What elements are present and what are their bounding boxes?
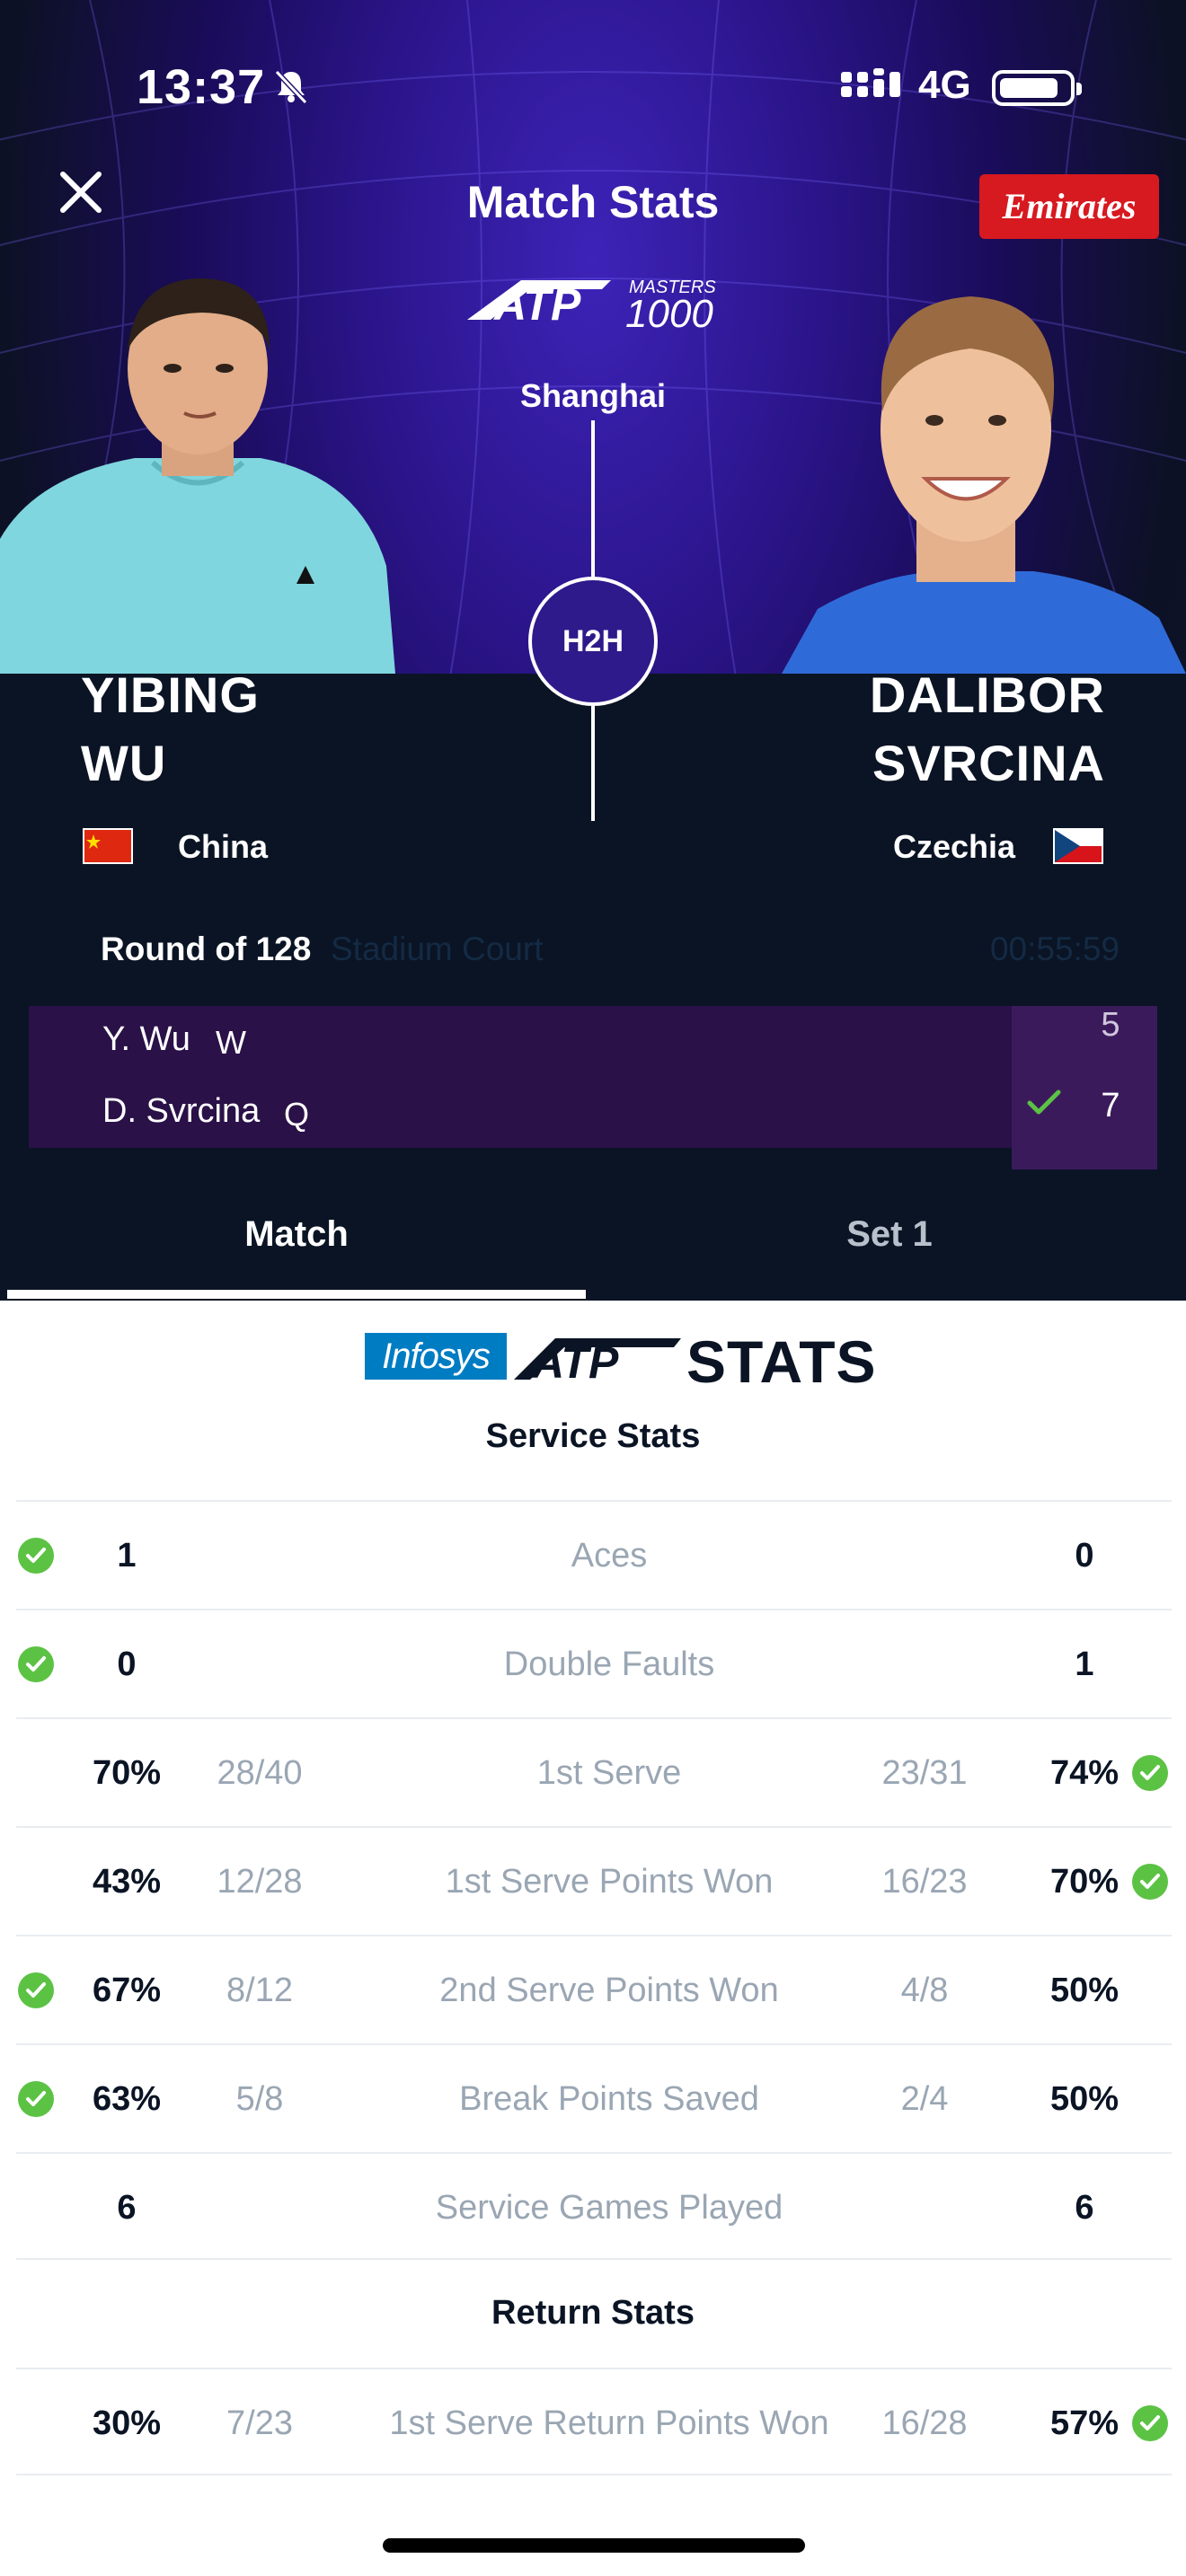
player-2-name[interactable]: DALIBOR SVRCINA [870, 661, 1105, 798]
stat-row: 63% 5/8 Break Points Saved 2/4 50% [16, 2043, 1172, 2151]
tab-match[interactable]: Match [0, 1214, 593, 1255]
player-2-stat-value: 50% [1049, 1972, 1120, 2009]
player-2-stat-value: 74% [1049, 1754, 1120, 1792]
player-1-leader-check-icon [18, 1972, 54, 2008]
player-2-stat-fraction: 23/31 [881, 1754, 968, 1792]
player-1-stat-value: 30% [92, 2404, 162, 2442]
match-court: Stadium Court [331, 931, 544, 967]
player-2-stat-value: 70% [1049, 1863, 1120, 1901]
center-divider-bottom [591, 706, 595, 821]
center-divider-top [591, 420, 595, 577]
stat-row: 30% 7/23 1st Serve Return Points Won 16/28 5… [16, 2368, 1172, 2475]
atp-logo-text: ATP [492, 279, 581, 330]
czechia-flag-icon [1053, 828, 1103, 864]
player-1-stat-value: 63% [92, 2080, 162, 2118]
scoreboard-row-player-1 [29, 1006, 1157, 1078]
home-indicator[interactable] [383, 2538, 805, 2553]
stat-label: 1st Serve Points Won [445, 1863, 774, 1901]
scoreboard-player-2-name: D. Svrcina [102, 1092, 261, 1130]
player-2-stat-fraction [866, 1610, 983, 1718]
player-2-photo [782, 296, 1186, 674]
sponsor-logo[interactable]: Emirates [979, 174, 1159, 239]
player-2-stat-value: 50% [1049, 2080, 1120, 2118]
stat-label: Break Points Saved [459, 2080, 759, 2118]
player-2-stat-value: 1 [1075, 1645, 1094, 1683]
china-flag-icon [83, 828, 133, 864]
player-2-stat-value: 6 [1075, 2189, 1094, 2227]
player-1-leader-check-icon [18, 1538, 54, 1574]
svg-text:1000: 1000 [625, 292, 713, 336]
stats-tabs: Match Set 1 [0, 1187, 1186, 1301]
player-1-stat-value: 6 [117, 2189, 137, 2227]
stat-row: 0 Double Faults 1 [16, 1609, 1172, 1716]
scoreboard-player-1-name: Y. Wu [102, 1020, 190, 1058]
stat-row: 6 Service Games Played 6 [16, 2152, 1172, 2260]
tab-set-1[interactable]: Set 1 [593, 1214, 1186, 1255]
player-2-stat-fraction [866, 1502, 983, 1610]
player-2-stat-value: 57% [1049, 2404, 1120, 2442]
stat-label: 1st Serve [536, 1754, 682, 1792]
stat-row: 1 Aces 0 [16, 1500, 1172, 1608]
stat-label: Double Faults [503, 1645, 715, 1683]
stats-wordmark: STATS [686, 1328, 877, 1395]
silent-bell-icon [274, 69, 308, 105]
stat-row: 43% 12/28 1st Serve Points Won 16/23 70% [16, 1826, 1172, 1934]
scoreboard-player-2-seed: Q [284, 1096, 310, 1133]
player-1-country: China [178, 828, 269, 865]
scoreboard-player-1-seed: W [216, 1024, 246, 1061]
player-2-stat-fraction: 16/28 [881, 2404, 968, 2442]
player-2-stat-fraction [866, 2154, 983, 2262]
battery-icon [992, 70, 1082, 106]
service-stats-title: Service Stats [485, 1417, 701, 1455]
player-2-stat-fraction: 16/23 [881, 1863, 968, 1901]
h2h-button[interactable]: H2H [528, 577, 658, 706]
stat-label: 2nd Serve Points Won [439, 1972, 779, 2009]
player-2-leader-check-icon [1132, 1755, 1168, 1791]
infosys-atp-stats-logo: Infosys ATP STATS [365, 1328, 876, 1395]
stat-label: 1st Serve Return Points Won [389, 2404, 829, 2442]
player-1-stat-value: 0 [117, 1645, 137, 1683]
player-1-leader-check-icon [18, 1646, 54, 1682]
player-2-set-1-score: 7 [1101, 1087, 1120, 1125]
player-1-name[interactable]: YIBING WU [81, 661, 260, 798]
player-2-leader-check-icon [1132, 2405, 1168, 2441]
player-1-leader-check-icon [18, 2081, 54, 2117]
active-tab-indicator [7, 1290, 586, 1299]
stat-label: Service Games Played [435, 2189, 783, 2227]
player-1-stat-value: 1 [117, 1537, 137, 1575]
player-2-country: Czechia [893, 828, 1016, 865]
stat-row: 70% 28/40 1st Serve 23/31 74% [16, 1717, 1172, 1825]
match-round: Round of 128 [101, 931, 312, 967]
player-1-stat-value: 70% [92, 1754, 162, 1792]
svg-text:ATP: ATP [530, 1337, 619, 1385]
return-stats-title: Return Stats [491, 2294, 695, 2332]
player-2-stat-fraction: 4/8 [900, 1972, 949, 2009]
infosys-logo: Infosys [365, 1333, 507, 1380]
atp-masters-1000-logo: ATP MASTERS 1000 [467, 268, 728, 338]
cellular-signal-icon [841, 68, 900, 97]
status-bar: 13:37 4G [0, 56, 1186, 119]
stat-label: Aces [571, 1537, 648, 1575]
match-duration: 00:55:59 [989, 931, 1120, 967]
player-2-stat-value: 0 [1075, 1537, 1094, 1575]
player-1-stat-value: 43% [92, 1863, 162, 1901]
player-1-photo [0, 278, 395, 674]
atp-logo-icon: ATP [514, 1337, 681, 1385]
player-2-leader-check-icon [1132, 1864, 1168, 1900]
clock: 13:37 [137, 60, 266, 114]
winner-check-icon [1027, 1090, 1061, 1115]
player-1-set-1-score: 5 [1101, 1006, 1120, 1044]
stat-row: 67% 8/12 2nd Serve Points Won 4/8 50% [16, 1935, 1172, 2042]
player-1-stat-value: 67% [92, 1972, 162, 2009]
network-type: 4G [918, 63, 971, 107]
player-2-stat-fraction: 2/4 [900, 2080, 949, 2118]
